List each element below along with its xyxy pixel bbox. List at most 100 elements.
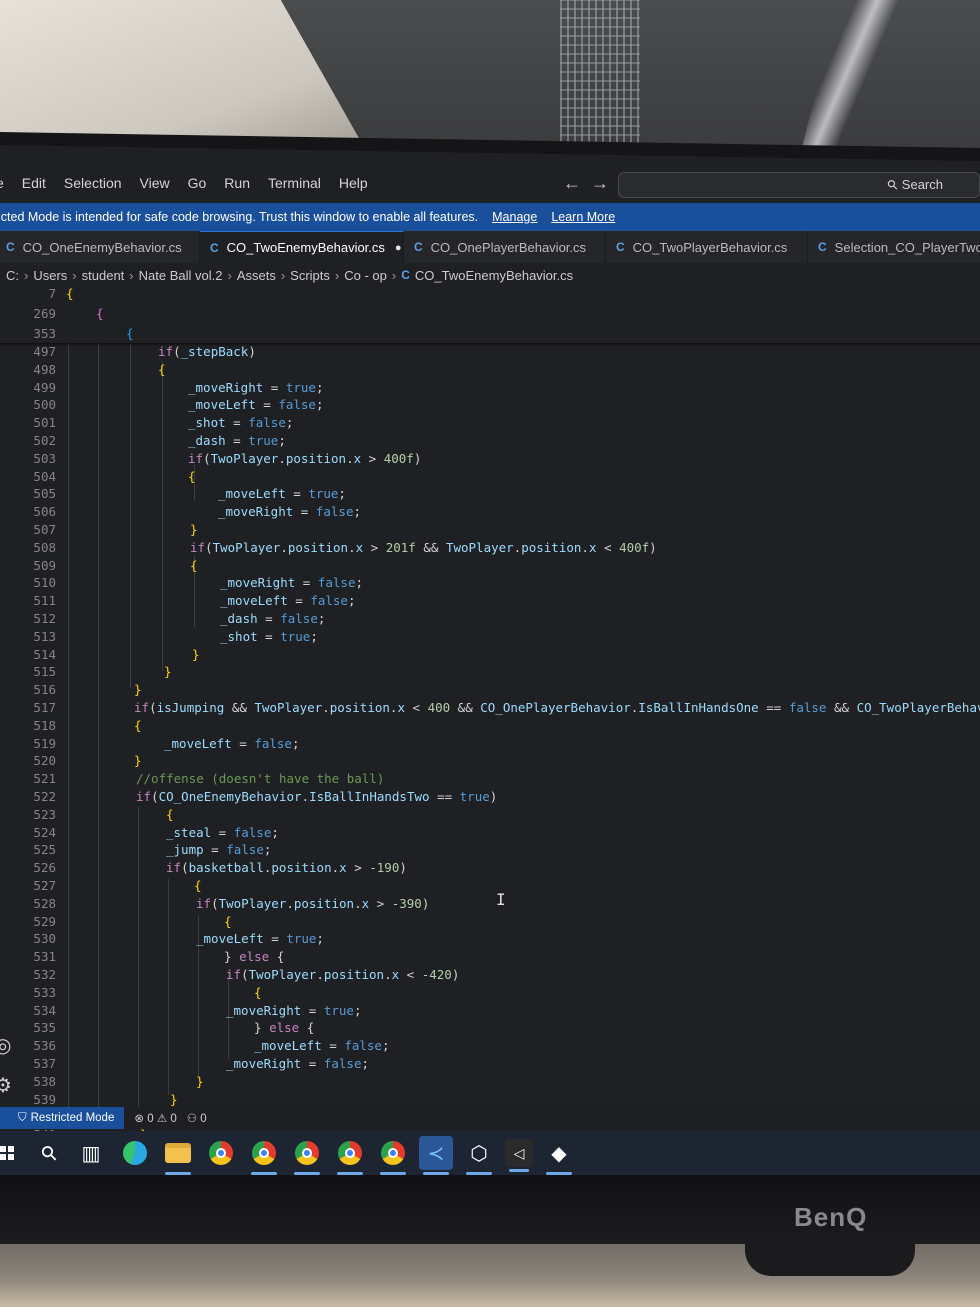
- file-explorer-icon[interactable]: [161, 1136, 195, 1175]
- chrome-icon[interactable]: [290, 1136, 324, 1175]
- code-line[interactable]: 506 _moveRight = false;: [0, 503, 980, 521]
- code-line[interactable]: 525 _jump = false;: [0, 841, 980, 859]
- code-line[interactable]: 537 _moveRight = false;: [0, 1055, 980, 1073]
- code-line[interactable]: 518 {: [0, 717, 980, 735]
- unity-editor-icon[interactable]: ◁: [505, 1139, 533, 1172]
- line-number: 531: [33, 949, 56, 965]
- code-line[interactable]: 505 _moveLeft = true;: [0, 485, 980, 503]
- code-line[interactable]: 521 //offense (doesn't have the ball): [0, 770, 980, 788]
- sticky-scroll-line[interactable]: 269 {: [0, 305, 980, 323]
- code-line[interactable]: 512 _dash = false;: [0, 610, 980, 628]
- line-number: 520: [33, 753, 56, 769]
- breadcrumb-item[interactable]: Co - op: [344, 268, 387, 283]
- code-line[interactable]: 526 if(basketball.position.x > -190): [0, 859, 980, 877]
- code-line[interactable]: 502 _dash = true;: [0, 432, 980, 450]
- code-line[interactable]: 500 _moveLeft = false;: [0, 396, 980, 414]
- code-line[interactable]: 503 if(TwoPlayer.position.x > 400f): [0, 450, 980, 468]
- breadcrumb-item[interactable]: CO_TwoEnemyBehavior.cs: [415, 268, 573, 283]
- code-line[interactable]: 511 _moveLeft = false;: [0, 592, 980, 610]
- chrome-icon[interactable]: [376, 1136, 410, 1175]
- breadcrumb-item[interactable]: Assets: [237, 268, 276, 283]
- command-center-search[interactable]: ⚲Search: [618, 172, 980, 198]
- code-line[interactable]: 514}: [0, 646, 980, 664]
- code-line[interactable]: 528 if(TwoPlayer.position.x > -390): [0, 895, 980, 913]
- banner-manage-link[interactable]: Manage: [492, 210, 537, 224]
- code-line[interactable]: 510 _moveRight = false;: [0, 574, 980, 592]
- edge-icon[interactable]: [118, 1136, 152, 1170]
- code-line[interactable]: 529 {: [0, 913, 980, 931]
- problems-status[interactable]: ⊗ 0 ⚠ 0: [134, 1111, 176, 1125]
- vscode-icon[interactable]: ≺: [419, 1136, 453, 1175]
- code-line[interactable]: 509 {: [0, 557, 980, 575]
- code-line[interactable]: 527 {: [0, 877, 980, 895]
- code-line[interactable]: 513 _shot = true;: [0, 628, 980, 646]
- sticky-scroll-line[interactable]: 7{: [0, 285, 980, 303]
- ports-status[interactable]: ⚇ 0: [187, 1111, 207, 1125]
- unsaved-dot-icon[interactable]: ●: [395, 242, 402, 254]
- tab-co-twoenemybehavior[interactable]: C CO_TwoEnemyBehavior.cs ●: [200, 231, 404, 263]
- code-line[interactable]: 516}: [0, 681, 980, 699]
- sticky-scroll-line[interactable]: 353 {: [0, 325, 980, 343]
- menu-view[interactable]: View: [131, 175, 179, 191]
- menu-selection[interactable]: Selection: [55, 175, 131, 191]
- chrome-icon[interactable]: [247, 1136, 281, 1175]
- gear-icon[interactable]: ⚙: [0, 1073, 12, 1098]
- breadcrumb-item[interactable]: Users: [33, 268, 67, 283]
- code-line[interactable]: 504 {: [0, 468, 980, 486]
- code-line[interactable]: 517 if(isJumping && TwoPlayer.position.x …: [0, 699, 980, 717]
- arrow-right-icon[interactable]: →: [591, 173, 619, 193]
- task-view-icon[interactable]: ▥: [74, 1136, 108, 1170]
- menu-file[interactable]: e: [0, 175, 13, 191]
- code-line[interactable]: 534 _moveRight = true;: [0, 1002, 980, 1020]
- line-number: 503: [33, 450, 56, 466]
- code-line[interactable]: 498 {: [0, 361, 980, 379]
- code-editor[interactable]: 7{269{353{497 if(_stepBack) 498{499 _moveRi…: [0, 285, 980, 1142]
- tab-co-oneplayerbehavior[interactable]: C CO_OnePlayerBehavior.cs: [404, 231, 606, 263]
- chrome-icon[interactable]: [333, 1136, 367, 1175]
- code-line[interactable]: 519 _moveLeft = false;: [0, 735, 980, 753]
- line-number: 523: [33, 806, 56, 822]
- breadcrumb-item[interactable]: Scripts: [290, 268, 330, 283]
- code-line[interactable]: 532 if(TwoPlayer.position.x < -420): [0, 966, 980, 984]
- code-line[interactable]: 520}: [0, 752, 980, 770]
- code-line[interactable]: 524 _steal = false;: [0, 824, 980, 842]
- account-icon[interactable]: ◎: [0, 1033, 11, 1058]
- code-line[interactable]: 539}: [0, 1091, 980, 1109]
- code-line[interactable]: 533 {: [0, 984, 980, 1002]
- chrome-icon[interactable]: [204, 1136, 238, 1170]
- error-icon: ⊗: [134, 1113, 144, 1125]
- tab-selection-co-playertwo[interactable]: C Selection_CO_PlayerTwo.c: [808, 231, 980, 263]
- code-line[interactable]: 501 _shot = false;: [0, 414, 980, 432]
- code-line[interactable]: 538}: [0, 1073, 980, 1091]
- code-line[interactable]: 507}: [0, 521, 980, 539]
- arrow-left-icon[interactable]: ←: [563, 173, 591, 193]
- tab-co-oneenemybehavior[interactable]: C CO_OneEnemyBehavior.cs: [0, 231, 200, 263]
- banner-learn-more-link[interactable]: Learn More: [551, 210, 615, 224]
- code-line[interactable]: 523 {: [0, 806, 980, 824]
- menu-run[interactable]: Run: [215, 175, 259, 191]
- unity-hub-icon[interactable]: ⬡: [462, 1136, 496, 1175]
- code-line[interactable]: 508 if(TwoPlayer.position.x > 201f && Two…: [0, 539, 980, 557]
- menu-help[interactable]: Help: [330, 175, 377, 191]
- search-icon[interactable]: ⚲: [32, 1136, 66, 1170]
- breadcrumb-item[interactable]: C:: [6, 268, 19, 283]
- code-line[interactable]: 531} else {: [0, 948, 980, 966]
- code-line[interactable]: 535} else {: [0, 1019, 980, 1037]
- menu-edit[interactable]: Edit: [13, 175, 55, 191]
- windows-start-icon[interactable]: [0, 1136, 14, 1170]
- code-line[interactable]: 522 if(CO_OneEnemyBehavior.IsBallInHandsT…: [0, 788, 980, 806]
- menu-go[interactable]: Go: [179, 175, 216, 191]
- code-line[interactable]: 515}: [0, 663, 980, 681]
- code-text: {: [134, 717, 142, 733]
- restricted-mode-status[interactable]: ⛉ Restricted Mode: [0, 1107, 125, 1129]
- breadcrumb-item[interactable]: Nate Ball vol.2: [139, 268, 223, 283]
- code-line[interactable]: 530 _moveLeft = true;: [0, 930, 980, 948]
- code-line[interactable]: 499 _moveRight = true;: [0, 379, 980, 397]
- code-line[interactable]: 536 _moveLeft = false;: [0, 1037, 980, 1055]
- breadcrumb-item[interactable]: student: [82, 268, 125, 283]
- chevron-right-icon: ›: [391, 267, 397, 283]
- line-number: 7: [48, 286, 56, 301]
- menu-terminal[interactable]: Terminal: [259, 175, 330, 191]
- visual-studio-installer-icon[interactable]: ◆: [542, 1136, 576, 1175]
- tab-co-twoplayerbehavior[interactable]: C CO_TwoPlayerBehavior.cs: [606, 231, 808, 263]
